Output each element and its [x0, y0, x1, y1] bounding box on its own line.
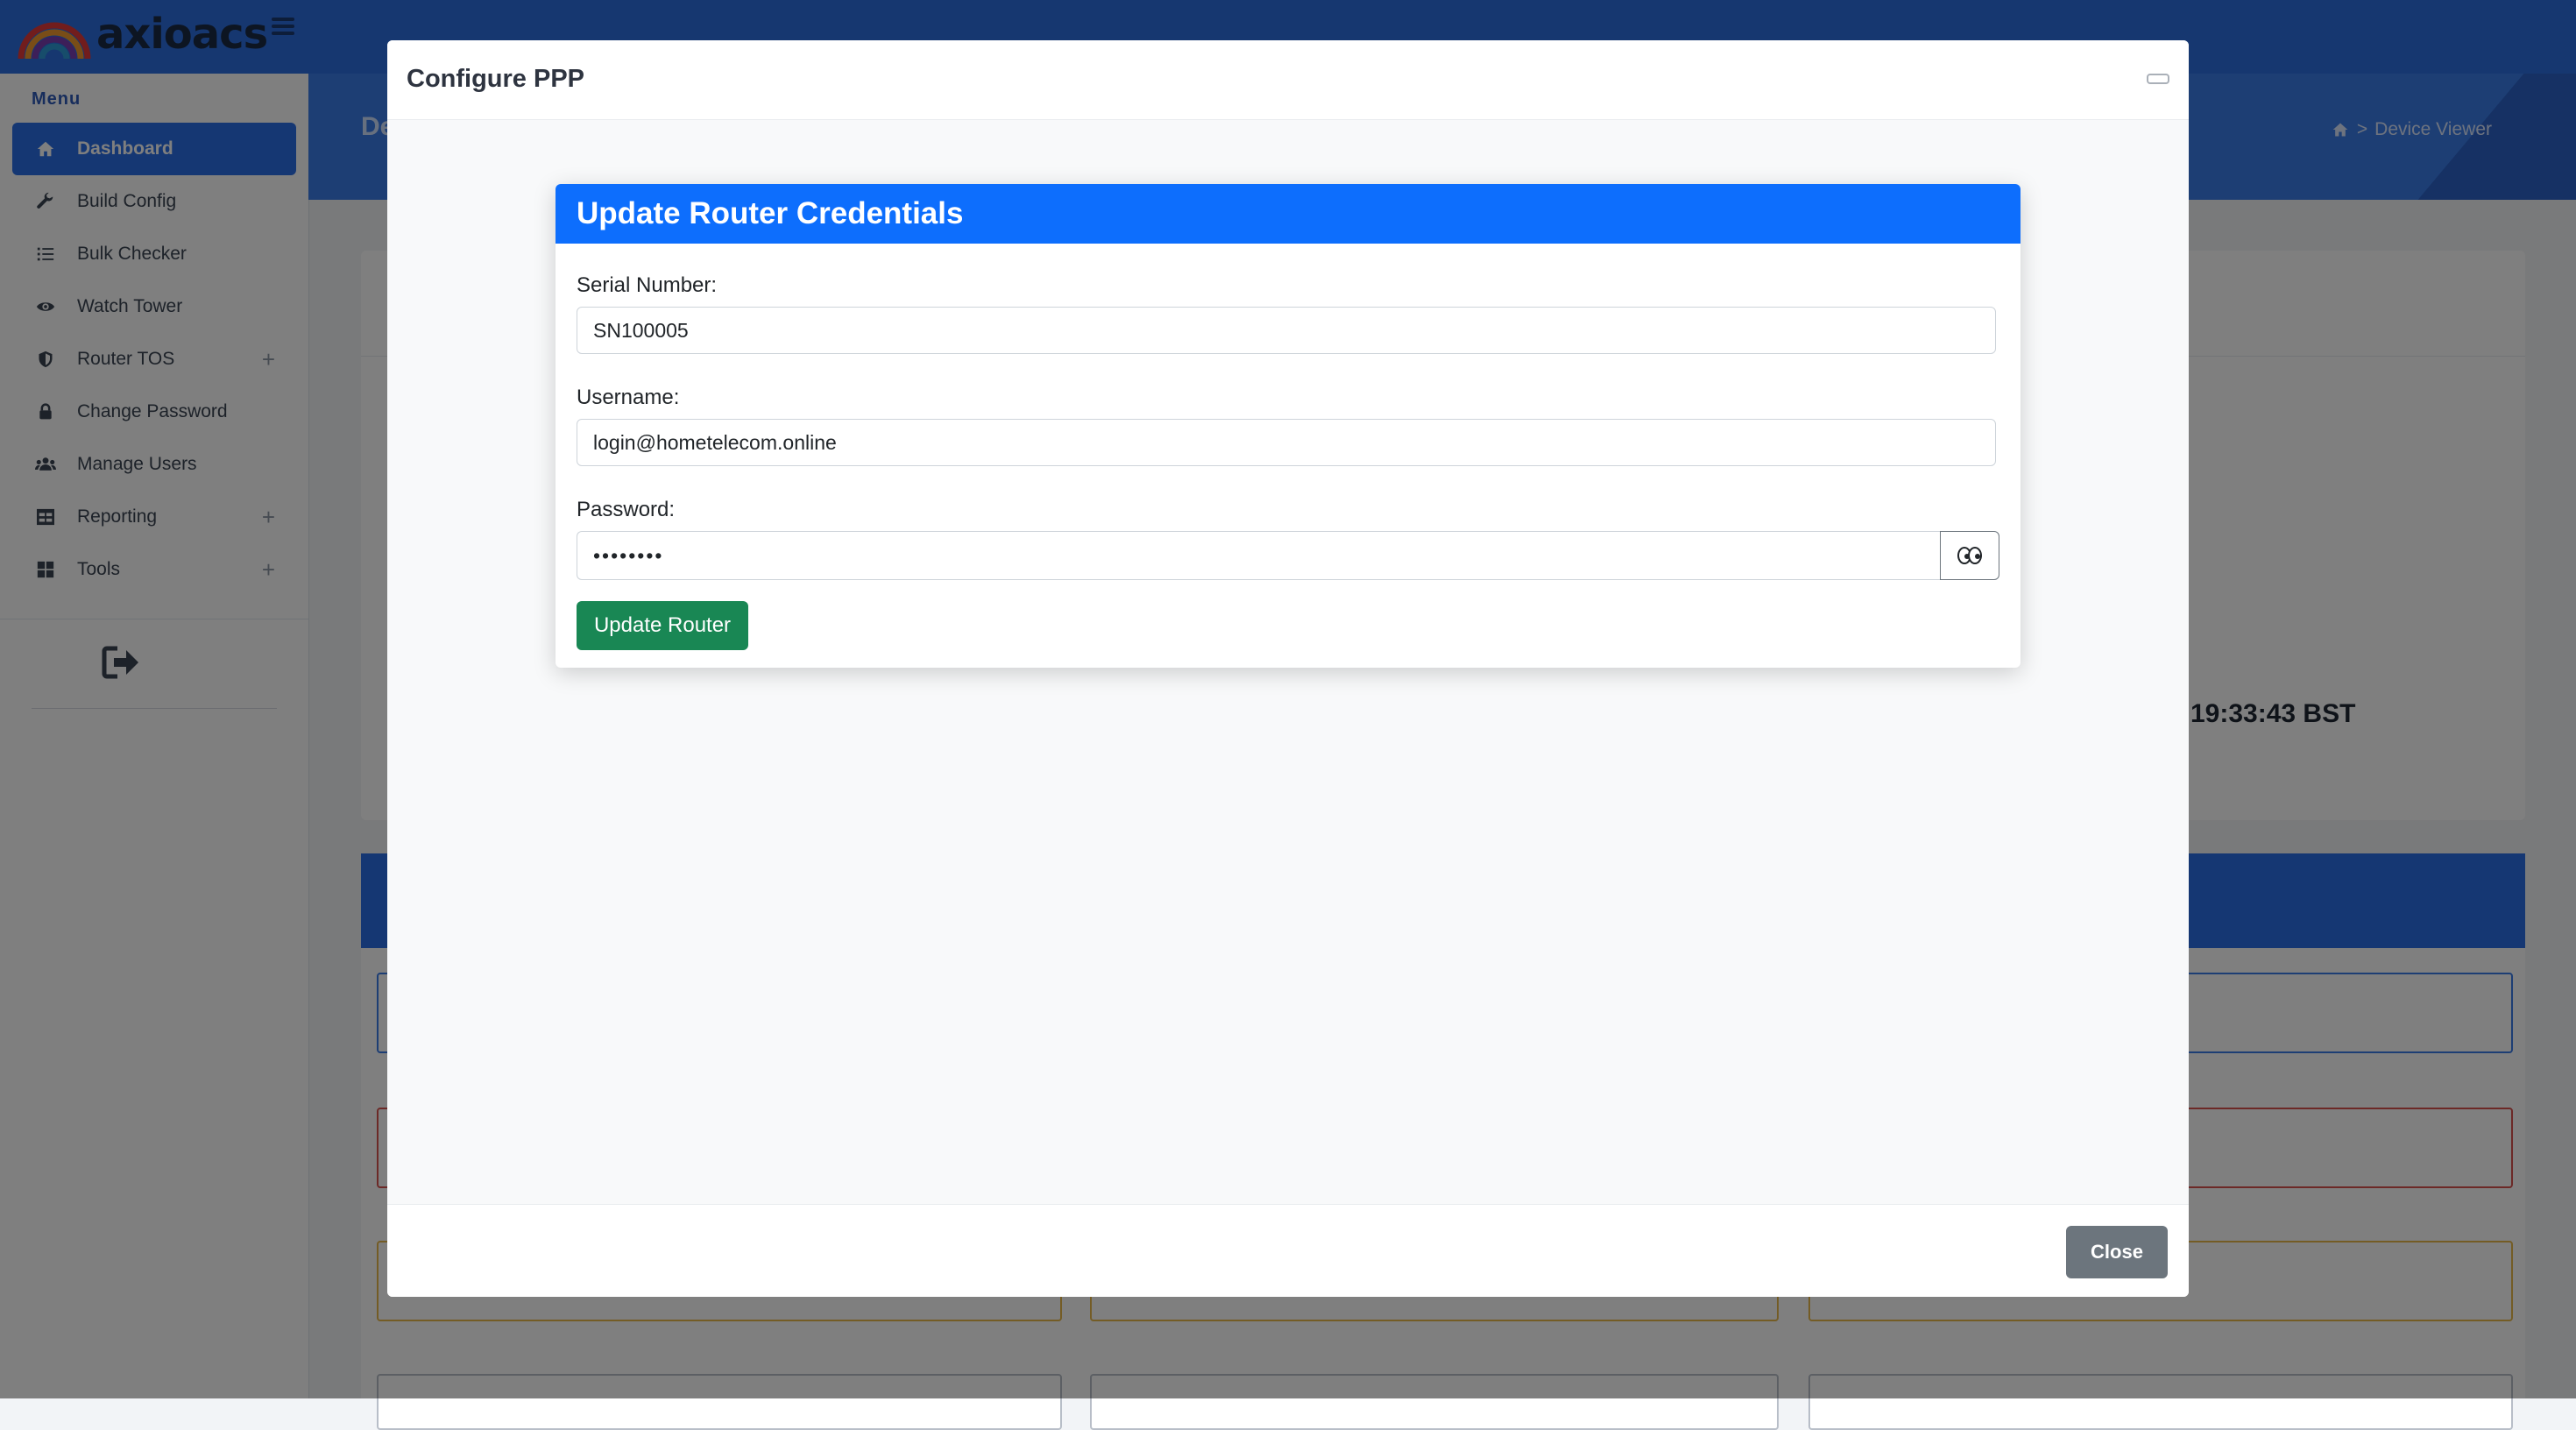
username-input[interactable]: [577, 419, 1996, 466]
modal-header: Configure PPP: [387, 40, 2189, 120]
update-router-button[interactable]: Update Router: [577, 601, 748, 650]
password-input[interactable]: [577, 531, 1942, 580]
password-label: Password:: [577, 498, 676, 521]
form-title: Update Router Credentials: [577, 196, 964, 230]
username-label: Username:: [577, 386, 680, 409]
serial-number-input[interactable]: [577, 307, 1996, 354]
update-credentials-form: Update Router Credentials Serial Number:…: [556, 184, 2020, 668]
toggle-password-button[interactable]: [1940, 531, 1999, 580]
modal-footer: Close: [387, 1204, 2189, 1297]
configure-ppp-modal: Configure PPP Update Router Credentials …: [387, 40, 2189, 1297]
form-header: Update Router Credentials: [556, 184, 2020, 244]
eyes-icon: [1957, 547, 1982, 564]
modal-title: Configure PPP: [407, 65, 585, 93]
serial-number-label: Serial Number:: [577, 273, 718, 297]
password-group: [577, 531, 1999, 580]
close-button[interactable]: Close: [2066, 1226, 2168, 1278]
minimize-icon[interactable]: [2147, 74, 2169, 84]
